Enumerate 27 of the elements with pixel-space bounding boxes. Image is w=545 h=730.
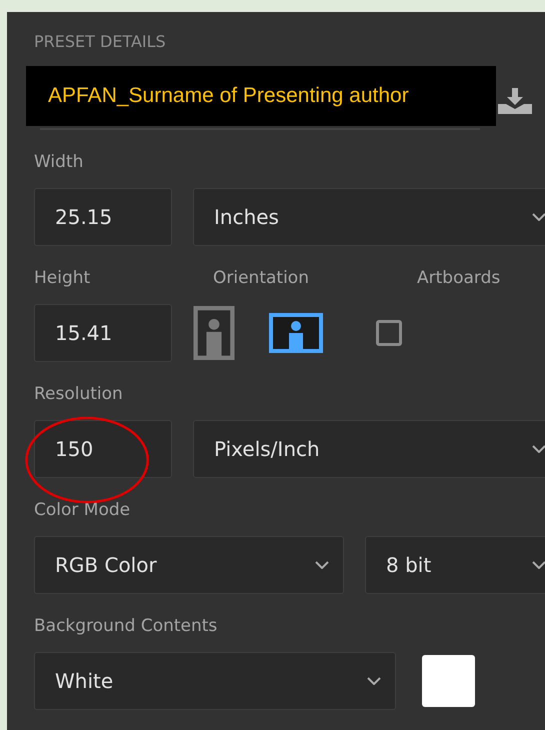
resolution-field[interactable]: 150	[34, 420, 172, 478]
color-swatch[interactable]	[422, 655, 475, 707]
artboards-checkbox[interactable]	[376, 320, 402, 346]
chevron-down-icon	[532, 445, 545, 453]
unit-dropdown[interactable]: Pixels/Inch	[193, 420, 545, 478]
height-field[interactable]: 15.41	[34, 304, 172, 362]
chevron-down-icon	[532, 561, 545, 569]
width-field[interactable]: 25.15	[34, 188, 172, 246]
field-label: Artboards	[417, 268, 500, 290]
chevron-down-icon	[532, 213, 545, 221]
section-title: PRESET DETAILS	[34, 32, 167, 53]
chevron-down-icon	[315, 561, 329, 569]
name-banner: APFAN_Surname of Presenting author	[26, 66, 496, 126]
color-mode-dropdown[interactable]: RGB Color	[34, 536, 344, 594]
bit-depth-dropdown[interactable]: 8 bit	[365, 536, 545, 594]
field-label: Background Contents	[34, 616, 218, 638]
field-label: Resolution	[34, 384, 124, 406]
unit-dropdown[interactable]: Inches	[193, 188, 545, 246]
background-dropdown[interactable]: White	[34, 652, 396, 710]
download-icon[interactable]	[498, 88, 532, 114]
field-label: Color Mode	[34, 500, 132, 522]
field-label: Orientation	[213, 268, 310, 290]
field-label: Width	[34, 152, 84, 174]
field-label: Height	[34, 268, 92, 290]
chevron-down-icon	[367, 677, 381, 685]
landscape-icon[interactable]	[269, 313, 323, 353]
portrait-icon[interactable]	[193, 306, 235, 360]
